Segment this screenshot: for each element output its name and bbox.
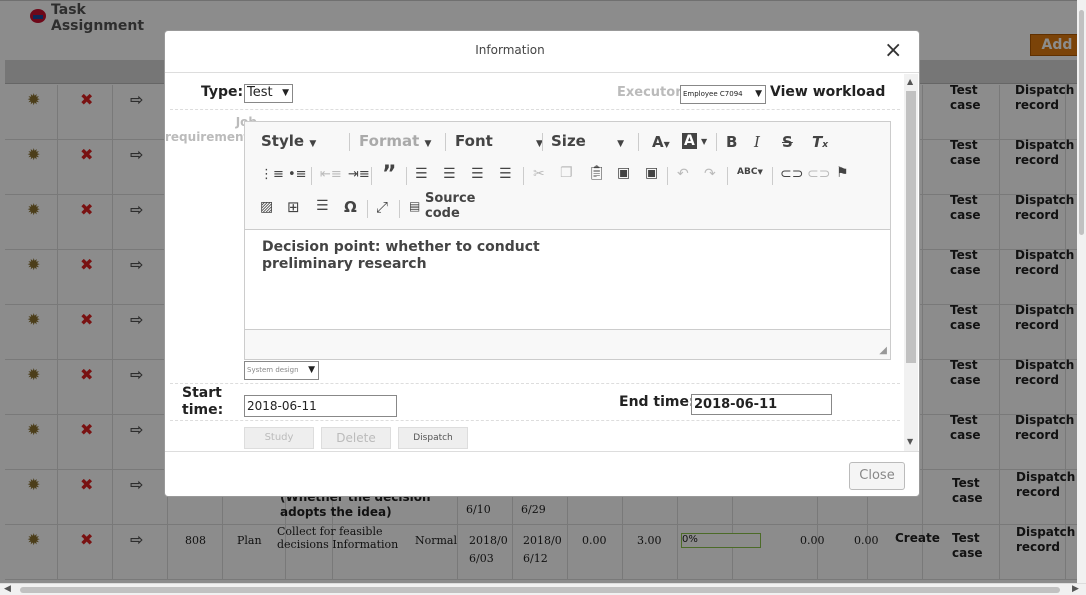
- executor-select[interactable]: Employee C7094 ▼: [680, 85, 766, 104]
- chevron-down-icon: ▼: [308, 365, 315, 375]
- close-icon[interactable]: ×: [884, 39, 902, 63]
- close-button[interactable]: Close: [849, 462, 905, 490]
- dialog-body: Type: Test ▼ Executor: Employee C7094 ▼ Vi…: [165, 74, 919, 451]
- scroll-right-icon[interactable]: ▶: [1072, 584, 1079, 594]
- outdent-icon[interactable]: ⇤≡: [320, 167, 342, 182]
- start-time-input[interactable]: 2018-06-11: [244, 395, 397, 417]
- anchor-flag-icon[interactable]: ⚑: [836, 165, 849, 181]
- paste-text-icon[interactable]: ▣: [617, 165, 630, 181]
- link-icon[interactable]: ⊂⊃: [780, 166, 803, 182]
- resize-handle-icon[interactable]: ◢: [879, 345, 887, 356]
- type-label: Type:: [201, 84, 244, 100]
- category-select[interactable]: System design ▼: [244, 361, 319, 380]
- dispatch-button[interactable]: Dispatch: [398, 427, 468, 449]
- horizontal-line-icon[interactable]: ☰: [316, 198, 329, 214]
- special-char-icon[interactable]: Ω: [344, 198, 357, 216]
- indent-icon[interactable]: ⇥≡: [348, 167, 370, 182]
- justify-icon[interactable]: ☰: [499, 166, 512, 182]
- unlink-icon[interactable]: ⊂⊃: [807, 166, 830, 182]
- editor-text: Decision point: whether to conduct preli…: [262, 239, 540, 272]
- remove-format-icon[interactable]: Tx: [812, 133, 828, 151]
- page-horizontal-scrollbar[interactable]: ◀ ▶: [0, 583, 1086, 595]
- strikethrough-icon[interactable]: S: [782, 133, 793, 151]
- start-time-label: Start time:: [182, 385, 224, 418]
- dialog-footer: Close: [165, 451, 919, 497]
- image-icon[interactable]: ▨: [260, 199, 273, 215]
- style-dropdown[interactable]: Style ▼: [261, 132, 316, 150]
- type-select[interactable]: Test ▼: [244, 84, 293, 103]
- cut-icon[interactable]: ✂: [533, 166, 545, 182]
- align-left-icon[interactable]: ☰: [415, 166, 428, 182]
- dialog-scrollbar[interactable]: ▲ ▼: [904, 74, 918, 451]
- executor-value: Employee C7094: [683, 90, 743, 98]
- maximize-icon[interactable]: ⤢: [376, 198, 388, 216]
- format-dropdown[interactable]: Format ▼: [359, 132, 431, 150]
- v-scroll-thumb[interactable]: [1079, 10, 1084, 235]
- page-vertical-scrollbar[interactable]: [1077, 0, 1086, 583]
- chevron-down-icon: ▼: [755, 89, 762, 99]
- text-color-icon[interactable]: A▼: [652, 133, 670, 151]
- editor-toolbar: Style ▼ Format ▼ Font ▼ Size ▼ A▼ A ▼ B …: [245, 122, 890, 230]
- end-time-label: End time:: [619, 394, 695, 410]
- scroll-left-icon[interactable]: ◀: [4, 584, 11, 594]
- type-value: Test: [247, 85, 273, 100]
- editor-content[interactable]: Decision point: whether to conduct preli…: [245, 230, 890, 330]
- view-workload-link[interactable]: View workload: [770, 84, 885, 100]
- paste-icon[interactable]: 📋︎: [588, 165, 606, 181]
- information-dialog: Information × Type: Test ▼ Executor: Empl…: [164, 30, 920, 497]
- delete-button[interactable]: Delete: [321, 427, 391, 449]
- bullet-list-icon[interactable]: •≡: [288, 167, 307, 182]
- study-button[interactable]: Study: [244, 427, 314, 449]
- align-center-icon[interactable]: ☰: [443, 166, 456, 182]
- executor-label: Executor:: [617, 85, 687, 100]
- copy-icon[interactable]: ❐: [560, 165, 573, 181]
- paste-word-icon[interactable]: ▣: [645, 165, 658, 181]
- scroll-thumb[interactable]: [906, 91, 916, 363]
- table-icon[interactable]: ⊞: [287, 198, 300, 216]
- spellcheck-icon[interactable]: ABC▼: [737, 167, 763, 177]
- category-value: System design: [247, 366, 299, 374]
- dialog-header: Information ×: [165, 31, 919, 73]
- scroll-up-icon[interactable]: ▲: [907, 77, 913, 86]
- size-dropdown[interactable]: Size ▼: [551, 132, 624, 150]
- redo-icon[interactable]: ↷: [704, 166, 716, 182]
- scroll-down-icon[interactable]: ▼: [907, 437, 913, 446]
- end-time-input[interactable]: 2018-06-11: [691, 394, 832, 415]
- h-scroll-thumb[interactable]: [20, 587, 1060, 593]
- undo-icon[interactable]: ↶: [677, 166, 689, 182]
- rich-text-editor: Style ▼ Format ▼ Font ▼ Size ▼ A▼ A ▼ B …: [244, 121, 891, 360]
- dialog-title: Information: [475, 43, 545, 57]
- source-icon: ▤: [409, 199, 421, 213]
- chevron-down-icon: ▼: [282, 88, 289, 98]
- numbered-list-icon[interactable]: ⋮≡: [260, 167, 284, 182]
- font-dropdown[interactable]: Font ▼: [455, 132, 543, 150]
- bg-color-icon[interactable]: A: [682, 133, 697, 149]
- blockquote-icon[interactable]: ”: [382, 162, 396, 187]
- italic-icon[interactable]: I: [754, 133, 760, 151]
- align-right-icon[interactable]: ☰: [471, 166, 484, 182]
- bold-icon[interactable]: B: [726, 133, 737, 151]
